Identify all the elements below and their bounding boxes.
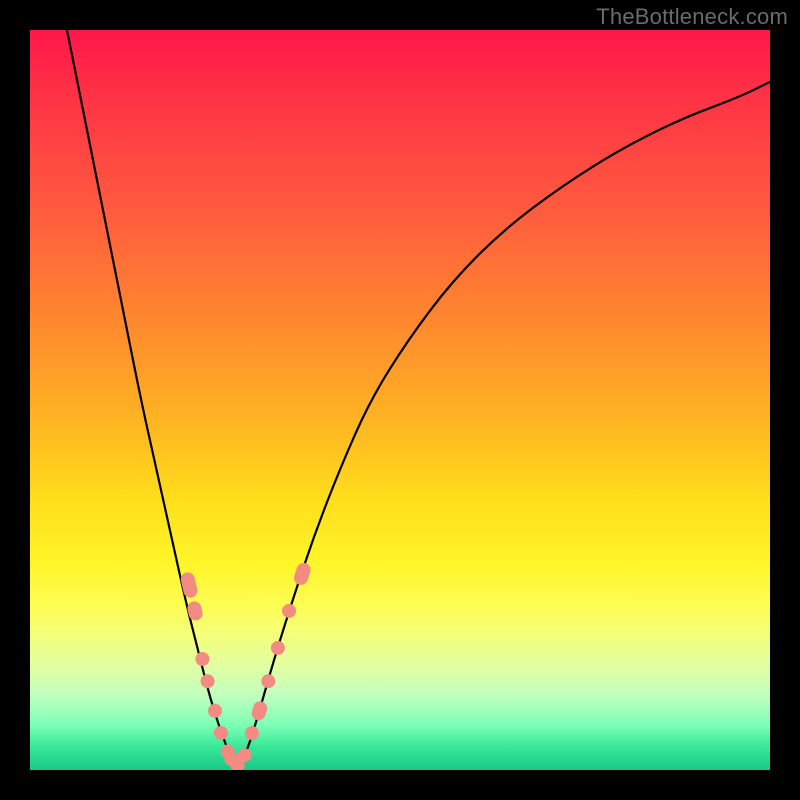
marker-layer (30, 30, 770, 770)
marker-pill-1 (186, 600, 204, 622)
marker-dot-7 (224, 752, 238, 766)
marker-pill-11 (250, 700, 269, 722)
plot-area (30, 30, 770, 770)
marker-pill-0 (179, 571, 198, 599)
marker-dot-3 (201, 674, 215, 688)
curve-left-branch (67, 30, 237, 770)
marker-dot-10 (245, 726, 259, 740)
marker-dot-9 (238, 748, 252, 762)
marker-pill-8 (227, 755, 247, 770)
marker-dot-12 (261, 674, 275, 688)
chart-frame: TheBottleneck.com (0, 0, 800, 800)
marker-dot-6 (221, 745, 235, 759)
attribution-watermark: TheBottleneck.com (596, 4, 788, 30)
marker-dot-14 (282, 604, 296, 618)
marker-dot-5 (214, 726, 228, 740)
marker-dot-2 (195, 652, 209, 666)
curve-right-branch (237, 82, 770, 770)
marker-dot-4 (208, 704, 222, 718)
marker-dot-13 (271, 641, 285, 655)
curve-layer (30, 30, 770, 770)
marker-pill-15 (292, 561, 312, 587)
